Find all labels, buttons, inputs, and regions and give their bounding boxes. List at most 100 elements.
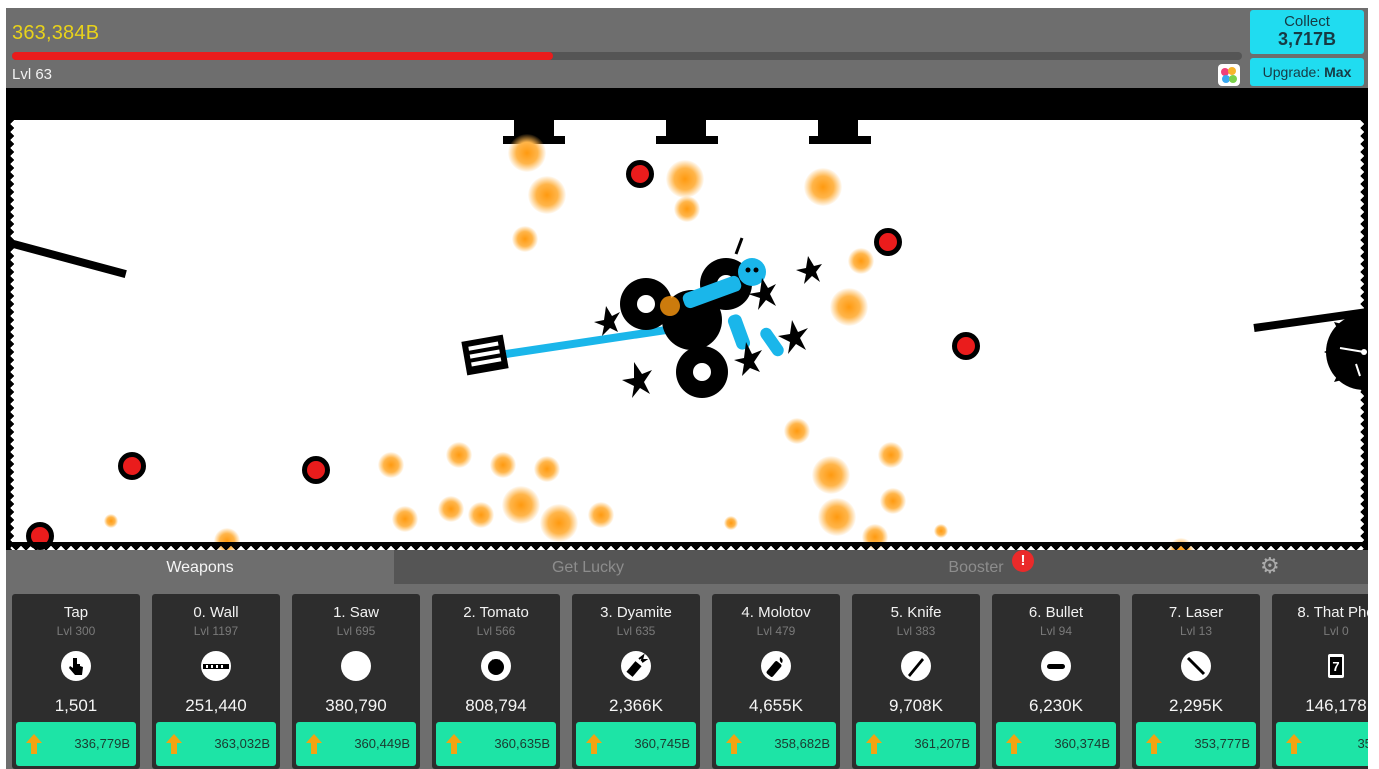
- ceiling-gun-base: [656, 136, 718, 144]
- weapon-cards: Tap Lvl 300 1,501 336,779B 0. Wall Lvl 1…: [12, 594, 1368, 769]
- up-arrow-icon: [306, 734, 322, 754]
- tab-get-lucky[interactable]: Get Lucky: [394, 550, 782, 584]
- weapon-damage: 380,790: [325, 696, 387, 715]
- game-center-icon[interactable]: [1218, 64, 1240, 86]
- weapon-card[interactable]: 8. That Pho Lvl 0 7 146,178 357,8: [1272, 594, 1368, 769]
- upgrade-label: Upgrade:: [1262, 64, 1321, 80]
- explosion-glow: [848, 248, 874, 274]
- up-arrow-icon: [866, 734, 882, 754]
- saw-icon: [341, 651, 371, 681]
- weapon-card[interactable]: 0. Wall Lvl 1197 251,440 363,032B: [152, 594, 280, 769]
- level-label: Lvl 63: [12, 66, 53, 83]
- weapon-card[interactable]: 1. Saw Lvl 695 380,790 360,449B: [292, 594, 420, 769]
- ceiling-gun-base: [809, 136, 871, 144]
- red-bomb[interactable]: [952, 332, 980, 360]
- weapon-damage: 6,230K: [1029, 696, 1083, 715]
- dynamite-icon: [621, 651, 651, 681]
- weapon-upgrade-button[interactable]: 358,682B: [716, 722, 836, 766]
- red-bomb[interactable]: [874, 228, 902, 256]
- weapon-name: 1. Saw: [333, 604, 379, 621]
- ceiling: [6, 88, 1368, 120]
- weapon-upgrade-price: 357,8: [1357, 736, 1368, 751]
- weapon-name: 8. That Pho: [1297, 604, 1368, 621]
- explosion-glow: [104, 514, 118, 528]
- weapon-upgrade-button[interactable]: 361,207B: [856, 722, 976, 766]
- weapon-card[interactable]: 3. Dyamite Lvl 635 2,366K 360,745B: [572, 594, 700, 769]
- collect-button[interactable]: Collect 3,717B: [1250, 10, 1364, 54]
- up-arrow-icon: [166, 734, 182, 754]
- weapon-damage: 146,178: [1305, 696, 1367, 715]
- explosion-glow: [878, 442, 904, 468]
- top-hud: 363,384B Lvl 63 Collect 3,717B Upgrade: …: [6, 8, 1368, 88]
- explosion-glow: [540, 504, 578, 542]
- weapon-level: Lvl 479: [756, 624, 796, 638]
- red-bomb[interactable]: [626, 160, 654, 188]
- weapon-upgrade-button[interactable]: 336,779B: [16, 722, 136, 766]
- wall-icon: [201, 651, 231, 681]
- explosion-glow: [674, 196, 700, 222]
- bullet-icon: [1041, 651, 1071, 681]
- weapon-upgrade-price: 363,032B: [214, 736, 270, 751]
- weapon-card[interactable]: 4. Molotov Lvl 479 4,655K 358,682B: [712, 594, 840, 769]
- tab-bar: Weapons Get Lucky Booster ! ⚙: [6, 550, 1368, 584]
- weapon-card[interactable]: 7. Laser Lvl 13 2,295K 353,777B: [1132, 594, 1260, 769]
- weapon-upgrade-price: 360,449B: [354, 736, 410, 751]
- ragdoll-character: [461, 237, 822, 398]
- explosion-glow: [804, 168, 842, 206]
- gear-icon[interactable]: ⚙: [1260, 555, 1280, 577]
- weapon-upgrade-price: 360,745B: [634, 736, 690, 751]
- up-arrow-icon: [726, 734, 742, 754]
- weapon-name: 4. Molotov: [741, 604, 811, 621]
- game-arena[interactable]: [6, 120, 1368, 550]
- tab-weapons[interactable]: Weapons: [6, 550, 394, 584]
- weapon-card[interactable]: 2. Tomato Lvl 566 808,794 360,635B: [432, 594, 560, 769]
- weapon-upgrade-button[interactable]: 360,745B: [576, 722, 696, 766]
- weapon-upgrade-button[interactable]: 353,777B: [1136, 722, 1256, 766]
- collect-label: Collect: [1284, 13, 1330, 30]
- health-bar-fill: [12, 52, 554, 60]
- weapon-level: Lvl 695: [336, 624, 376, 638]
- weapon-damage: 2,295K: [1169, 696, 1223, 715]
- weapon-damage: 1,501: [54, 696, 98, 715]
- molotov-icon: [761, 651, 791, 681]
- weapon-level: Lvl 0: [1323, 624, 1349, 638]
- weapon-level: Lvl 300: [56, 624, 96, 638]
- red-bomb[interactable]: [118, 452, 146, 480]
- tomato-icon: [481, 651, 511, 681]
- weapon-level: Lvl 13: [1179, 624, 1213, 638]
- up-arrow-icon: [1006, 734, 1022, 754]
- weapon-card[interactable]: 6. Bullet Lvl 94 6,230K 360,374B: [992, 594, 1120, 769]
- weapon-upgrade-price: 336,779B: [74, 736, 130, 751]
- weapon-name: 0. Wall: [193, 604, 239, 621]
- up-arrow-icon: [586, 734, 602, 754]
- weapon-level: Lvl 94: [1039, 624, 1073, 638]
- weapon-card[interactable]: Tap Lvl 300 1,501 336,779B: [12, 594, 140, 769]
- weapon-upgrade-button[interactable]: 360,635B: [436, 722, 556, 766]
- explosion-glow: [812, 456, 850, 494]
- weapon-card[interactable]: 5. Knife Lvl 383 9,708K 361,207B: [852, 594, 980, 769]
- explosion-glow: [446, 442, 472, 468]
- tab-booster[interactable]: Booster: [782, 550, 1170, 584]
- explosion-glow: [724, 516, 738, 530]
- explosion-glow: [830, 288, 868, 326]
- weapon-upgrade-button[interactable]: 363,032B: [156, 722, 276, 766]
- health-bar: [12, 52, 1242, 60]
- weapon-damage: 251,440: [185, 696, 247, 715]
- red-bomb[interactable]: [302, 456, 330, 484]
- weapon-upgrade-button[interactable]: 360,374B: [996, 722, 1116, 766]
- left-spikes: [6, 120, 14, 550]
- weapon-upgrade-button[interactable]: 357,8: [1276, 722, 1368, 766]
- explosion-glow: [818, 498, 856, 536]
- knife-icon: [901, 651, 931, 681]
- explosion-glow: [934, 524, 948, 538]
- phone-icon: 7: [1328, 654, 1344, 678]
- explosion-glow: [468, 502, 494, 528]
- phone-digit: 7: [1332, 659, 1339, 674]
- weapon-upgrade-price: 353,777B: [1194, 736, 1250, 751]
- money-counter: 363,384B: [12, 22, 100, 44]
- weapon-level: Lvl 566: [476, 624, 516, 638]
- weapon-upgrade-button[interactable]: 360,449B: [296, 722, 416, 766]
- weapon-level: Lvl 1197: [193, 624, 239, 638]
- upgrade-button[interactable]: Upgrade: Max: [1250, 58, 1364, 86]
- weapon-name: 6. Bullet: [1028, 604, 1084, 621]
